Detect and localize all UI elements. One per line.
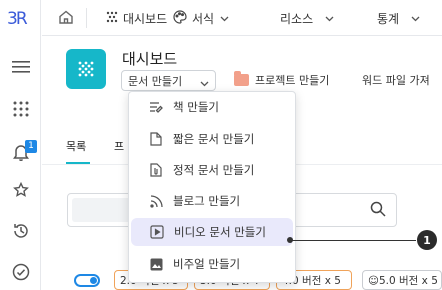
menu-item-label: 비디오 문서 만들기 <box>174 225 266 239</box>
apps-grid-icon[interactable] <box>11 99 31 119</box>
book-icon <box>149 100 163 114</box>
nav-item-label: 서식 <box>192 11 215 26</box>
video-icon <box>150 225 164 239</box>
nav-item-resources[interactable]: 리소스 <box>280 9 339 27</box>
annotation-line <box>290 240 416 241</box>
menu-item-create-book[interactable]: 책 만들기 <box>130 93 294 121</box>
active-tab-indicator <box>66 162 90 164</box>
annotation-marker: 1 <box>417 230 437 250</box>
create-document-dropdown[interactable]: 문서 만들기 <box>121 70 216 91</box>
create-project-button[interactable]: 프로젝트 만들기 <box>234 71 330 88</box>
nav-item-dashboard[interactable]: 대시보드 <box>106 9 167 27</box>
top-navigation: 대시보드 서식 리소스 통계 <box>42 0 442 36</box>
left-sidebar: 3R 1 <box>0 0 41 290</box>
notification-badge: 1 <box>25 140 37 153</box>
chevron-down-icon <box>325 11 339 25</box>
import-word-button[interactable]: 워드 파일 가져 <box>362 72 430 88</box>
star-icon[interactable] <box>11 180 31 200</box>
menu-item-create-visual[interactable]: 비주얼 만들기 <box>130 250 294 278</box>
palette-icon <box>173 9 192 27</box>
menu-item-create-short-doc[interactable]: 짧은 문서 만들기 <box>130 125 294 153</box>
menu-item-create-static-doc[interactable]: 정적 문서 만들기 <box>130 156 294 184</box>
page-title: 대시보드 <box>122 50 178 68</box>
nav-item-label: 리소스 <box>280 11 314 26</box>
menu-item-label: 짧은 문서 만들기 <box>173 132 255 146</box>
dropdown-label: 문서 만들기 <box>128 74 183 88</box>
dashboard-app-icon <box>66 49 106 89</box>
app-logo[interactable]: 3R <box>7 9 28 29</box>
menu-icon[interactable] <box>11 57 31 77</box>
dots-grid-icon <box>106 11 123 26</box>
search-icon[interactable] <box>370 201 386 221</box>
menu-item-label: 블로그 만들기 <box>173 194 241 208</box>
check-circle-icon[interactable] <box>11 262 31 282</box>
version-chip[interactable]: ☺5.0 버전 x 5 <box>362 270 442 290</box>
file-icon <box>149 132 163 146</box>
menu-item-label: 비주얼 만들기 <box>173 257 241 271</box>
chevron-down-icon <box>220 11 234 25</box>
nav-item-statistics[interactable]: 통계 <box>377 9 425 27</box>
chevron-down-icon <box>411 11 425 25</box>
folder-icon <box>234 71 249 86</box>
nav-item-templates[interactable]: 서식 <box>173 9 234 27</box>
home-icon[interactable] <box>58 9 74 29</box>
menu-item-create-video-doc[interactable]: 비디오 문서 만들기 <box>131 218 293 246</box>
project-button-label: 프로젝트 만들기 <box>255 74 330 87</box>
tab-list[interactable]: 목록 <box>66 138 86 154</box>
annotation-dot <box>287 237 293 243</box>
filter-toggle[interactable] <box>74 274 100 287</box>
menu-item-label: 책 만들기 <box>173 100 219 114</box>
nav-item-label: 통계 <box>377 11 400 26</box>
tab-project[interactable]: 프 <box>114 138 124 154</box>
image-icon <box>149 257 163 271</box>
menu-item-create-blog[interactable]: 블로그 만들기 <box>130 187 294 215</box>
chevron-down-icon <box>200 77 209 90</box>
rss-icon <box>149 194 163 208</box>
menu-item-label: 정적 문서 만들기 <box>173 163 255 177</box>
create-document-menu: 책 만들기 짧은 문서 만들기 정적 문서 만들기 블로그 만들기 비디오 문서… <box>128 91 296 283</box>
nav-item-label: 대시보드 <box>123 11 168 26</box>
search-filter-chip[interactable] <box>72 198 132 222</box>
attachment-file-icon <box>149 163 163 177</box>
nav-divider <box>86 8 87 28</box>
history-icon[interactable] <box>11 221 31 241</box>
